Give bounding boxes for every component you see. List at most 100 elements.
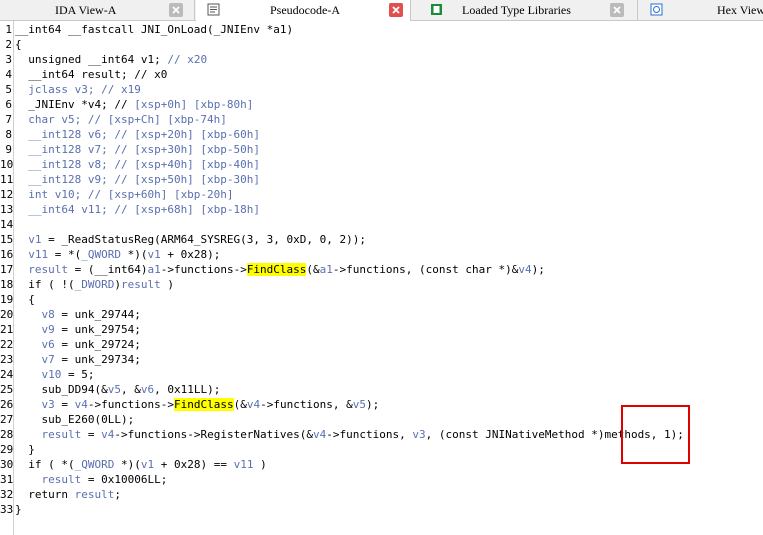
code-variable: v1	[140, 458, 155, 471]
code-text: v8 = unk_29744;	[15, 307, 140, 322]
line-number: 1	[5, 23, 12, 36]
code-text: __int128 v8; // [xsp+40h] [xbp-40h]	[15, 157, 260, 172]
close-icon[interactable]	[169, 3, 183, 17]
tab-pseudocode-a[interactable]: Pseudocode-A	[196, 0, 411, 21]
line-number: 23	[0, 353, 14, 366]
code-text: result = 0x10006LL;	[15, 472, 167, 487]
code-comment: char v5; // [xsp+Ch] [xbp-74h]	[15, 113, 227, 126]
line-number: 29	[0, 443, 14, 456]
code-token: = unk_29754;	[54, 323, 141, 336]
tab-hex-view[interactable]: Hex View	[639, 0, 763, 20]
code-variable: v4	[518, 263, 532, 276]
code-line[interactable]: 15 v1 = _ReadStatusReg(ARM64_SYSREG(3, 3…	[0, 232, 763, 247]
code-line[interactable]: 21 v9 = unk_29754;	[0, 322, 763, 337]
code-line[interactable]: 12 int v10; // [xsp+60h] [xbp-20h]	[0, 187, 763, 202]
line-number: 16	[0, 248, 14, 261]
line-number: 33	[0, 503, 14, 516]
code-variable: v4	[74, 398, 88, 411]
code-comment: jclass v3; // x19	[15, 83, 141, 96]
code-line[interactable]: 31 result = 0x10006LL;	[0, 472, 763, 487]
code-variable: v5	[352, 398, 367, 411]
tab-label: IDA View-A	[55, 3, 117, 17]
code-token: }	[15, 503, 22, 516]
code-line[interactable]: 17 result = (__int64)a1->functions->Find…	[0, 262, 763, 277]
code-token: *)(	[114, 458, 141, 471]
tab-loaded-type-libraries[interactable]: Loaded Type Libraries	[412, 0, 638, 20]
code-token: sub_DD94(&	[15, 383, 108, 396]
code-token: _JNIEnv *v4; //	[15, 98, 135, 111]
code-text: __int64 __fastcall JNI_OnLoad(_JNIEnv *a…	[15, 22, 293, 37]
code-text: result = (__int64)a1->functions->FindCla…	[15, 262, 545, 277]
code-line[interactable]: 14	[0, 217, 763, 232]
code-token: = 5;	[61, 368, 95, 381]
code-line[interactable]: 2{	[0, 37, 763, 52]
pseudocode-icon	[207, 3, 220, 16]
code-variable: v9	[15, 323, 55, 336]
code-variable: v3	[412, 428, 426, 441]
code-line[interactable]: 23 v7 = unk_29734;	[0, 352, 763, 367]
close-icon[interactable]	[610, 3, 624, 17]
code-line[interactable]: 11 __int128 v9; // [xsp+50h] [xbp-30h]	[0, 172, 763, 187]
code-line[interactable]: 3 unsigned __int64 v1; // x20	[0, 52, 763, 67]
code-line[interactable]: 4 __int64 result; // x0	[0, 67, 763, 82]
tab-ida-view-a[interactable]: IDA View-A	[0, 0, 195, 20]
code-token: {	[15, 38, 22, 51]
line-number: 12	[0, 188, 14, 201]
code-text: return result;	[15, 487, 121, 502]
code-line[interactable]: 8 __int128 v6; // [xsp+20h] [xbp-60h]	[0, 127, 763, 142]
line-number: 21	[0, 323, 14, 336]
code-text: jclass v3; // x19	[15, 82, 141, 97]
code-line[interactable]: 33}	[0, 502, 763, 517]
code-line[interactable]: 5 jclass v3; // x19	[0, 82, 763, 97]
code-line[interactable]: 9 __int128 v7; // [xsp+30h] [xbp-50h]	[0, 142, 763, 157]
code-line[interactable]: 16 v11 = *(_QWORD *)(v1 + 0x28);	[0, 247, 763, 262]
code-text: v6 = unk_29724;	[15, 337, 140, 352]
code-text: unsigned __int64 v1; // x20	[15, 52, 207, 67]
code-text: v7 = unk_29734;	[15, 352, 140, 367]
code-line[interactable]: 6 _JNIEnv *v4; // [xsp+0h] [xbp-80h]	[0, 97, 763, 112]
code-token: );	[366, 398, 380, 411]
code-token: __int64 result; // x0	[15, 68, 168, 81]
line-number: 13	[0, 203, 14, 216]
tab-label: Loaded Type Libraries	[462, 3, 571, 17]
code-line[interactable]: 19 {	[0, 292, 763, 307]
code-token: , 0x11LL);	[154, 383, 221, 396]
code-token: (&	[233, 398, 247, 411]
code-line[interactable]: 7 char v5; // [xsp+Ch] [xbp-74h]	[0, 112, 763, 127]
code-token: }	[15, 443, 35, 456]
code-token: + 0x28);	[160, 248, 221, 261]
code-line[interactable]: 1 __int64 __fastcall JNI_OnLoad(_JNIEnv *…	[0, 22, 763, 37]
code-variable: v1	[15, 233, 42, 246]
code-line[interactable]: 13 __int64 v11; // [xsp+68h] [xbp-18h]	[0, 202, 763, 217]
code-line[interactable]: 10 __int128 v8; // [xsp+40h] [xbp-40h]	[0, 157, 763, 172]
code-line[interactable]: 18 if ( !(_DWORD)result )	[0, 277, 763, 292]
code-variable: a1	[319, 263, 333, 276]
code-token: sub_E260(0LL);	[15, 413, 135, 426]
code-line[interactable]: 32 return result;	[0, 487, 763, 502]
code-comment: __int128 v8; // [xsp+40h] [xbp-40h]	[15, 158, 261, 171]
close-icon[interactable]	[389, 3, 403, 17]
code-variable: v8	[15, 308, 55, 321]
code-line[interactable]: 20 v8 = unk_29744;	[0, 307, 763, 322]
code-variable: _QWORD	[74, 458, 115, 471]
code-variable: result	[120, 278, 161, 291]
line-number: 14	[0, 218, 14, 231]
code-variable: v11	[233, 458, 254, 471]
code-line[interactable]: 25 sub_DD94(&v5, &v6, 0x11LL);	[0, 382, 763, 397]
line-number: 15	[0, 233, 14, 246]
code-text: __int128 v7; // [xsp+30h] [xbp-50h]	[15, 142, 260, 157]
code-token: *)(	[121, 248, 148, 261]
code-line[interactable]: 22 v6 = unk_29724;	[0, 337, 763, 352]
line-number: 31	[0, 473, 14, 486]
code-text: if ( !(_DWORD)result )	[15, 277, 174, 292]
line-number: 4	[5, 68, 12, 81]
line-number: 10	[0, 158, 14, 171]
code-token: = _ReadStatusReg(ARM64_SYSREG(3, 3, 0xD,…	[41, 233, 367, 246]
code-text: __int64 v11; // [xsp+68h] [xbp-18h]	[15, 202, 260, 217]
code-text: sub_DD94(&v5, &v6, 0x11LL);	[15, 382, 220, 397]
code-token: );	[531, 263, 545, 276]
code-line[interactable]: 24 v10 = 5;	[0, 367, 763, 382]
code-comment: [xsp+0h] [xbp-80h]	[134, 98, 254, 111]
code-variable: v6	[140, 383, 155, 396]
code-token: ->functions->	[87, 398, 174, 411]
